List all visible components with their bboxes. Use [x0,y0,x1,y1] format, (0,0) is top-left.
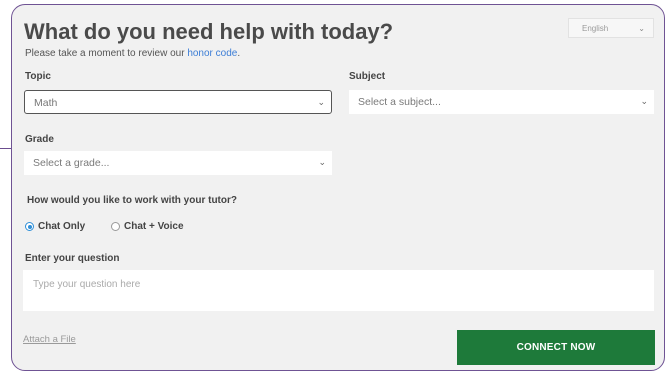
topic-select[interactable]: Math ⌄ [24,90,332,114]
language-select[interactable]: English ⌄ [568,18,654,38]
radio-chat-only[interactable]: Chat Only [25,221,85,232]
subtitle: Please take a moment to review our honor… [25,48,240,59]
chevron-down-icon: ⌄ [318,157,326,167]
radio-chat-voice-label: Chat + Voice [124,221,184,232]
grade-select[interactable]: Select a grade... ⌄ [24,151,332,175]
topic-value: Math [34,97,58,109]
radio-chat-only-label: Chat Only [38,221,86,232]
question-label: Enter your question [25,253,120,264]
chevron-down-icon: ⌄ [640,96,648,106]
honor-code-link[interactable]: honor code [187,48,237,59]
radio-chat-voice[interactable]: Chat + Voice [111,221,184,232]
chevron-down-icon: ⌄ [638,24,645,33]
chevron-down-icon: ⌄ [317,97,325,107]
stage: What do you need help with today? Please… [0,0,671,376]
question-placeholder: Type your question here [33,279,141,290]
subject-placeholder: Select a subject... [358,96,441,108]
page-title: What do you need help with today? [24,19,394,44]
topic-label: Topic [25,71,51,82]
language-value: English [582,24,609,33]
help-request-panel: What do you need help with today? Please… [11,4,665,371]
grade-placeholder: Select a grade... [33,157,110,169]
work-mode-question: How would you like to work with your tut… [27,195,237,206]
radio-unchecked-icon [111,222,120,231]
subject-select[interactable]: Select a subject... ⌄ [349,90,654,114]
connect-now-button[interactable]: CONNECT NOW [457,330,655,365]
grade-label: Grade [25,134,54,145]
subtitle-suffix: . [237,48,241,59]
subtitle-prefix: Please take a moment to review our [25,48,188,59]
subject-label: Subject [349,71,386,82]
question-input[interactable]: Type your question here [23,270,654,311]
radio-checked-icon [25,222,34,231]
attach-file-link[interactable]: Attach a File [23,334,76,345]
